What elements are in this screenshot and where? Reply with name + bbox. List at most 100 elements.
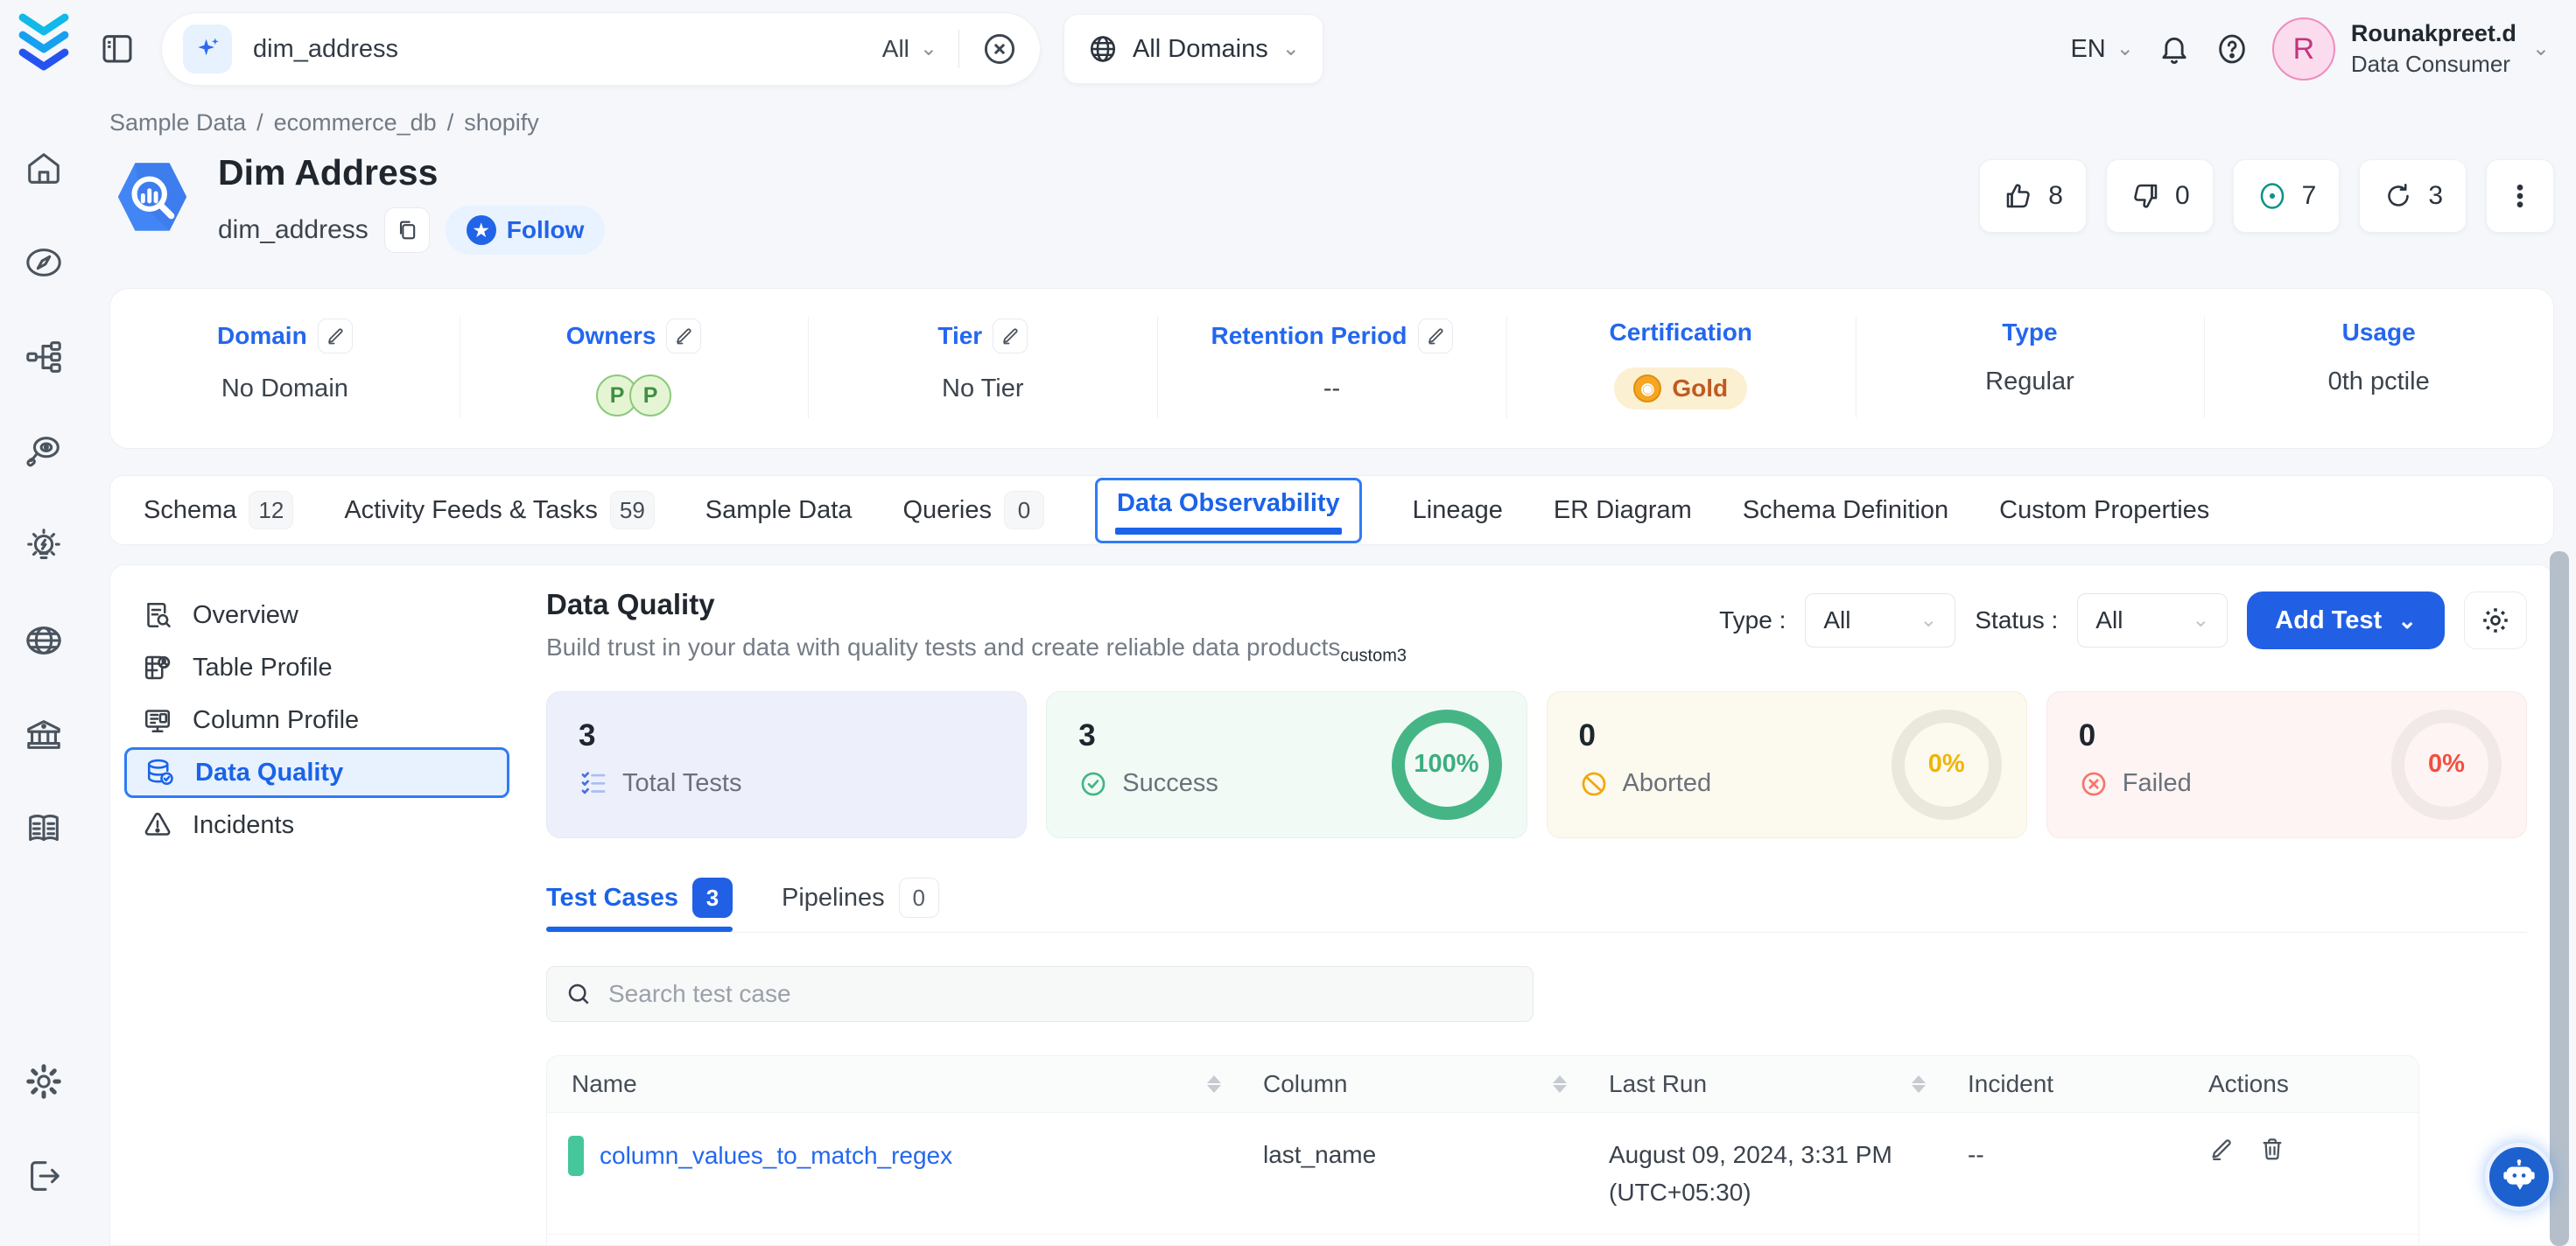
menu-item-column-profile[interactable]: Column Profile [124, 695, 509, 746]
menu-item-incidents[interactable]: Incidents [124, 800, 509, 850]
summary-certification: Certification ◉Gold [1506, 313, 1856, 422]
column-header-last-run[interactable]: Last Run [1584, 1070, 1943, 1098]
tab-er-diagram[interactable]: ER Diagram [1554, 496, 1692, 525]
breadcrumb-separator: / [447, 109, 454, 136]
more-actions-button[interactable] [2486, 159, 2554, 233]
nav-logout-button[interactable] [22, 1154, 66, 1198]
entity-header: Dim Address dim_address ★ Follow 8 0 7 3 [109, 154, 2554, 255]
column-header-name[interactable]: Name [547, 1070, 1239, 1098]
nav-platform-button[interactable] [22, 335, 66, 379]
breadcrumb-link[interactable]: Sample Data [109, 109, 246, 136]
type-filter-select[interactable]: All⌄ [1805, 593, 1955, 648]
nav-glossary-button[interactable] [22, 808, 66, 851]
sort-icon[interactable] [1912, 1075, 1926, 1093]
type-filter-label: Type : [1719, 606, 1786, 634]
scrollbar-thumb[interactable] [2550, 551, 2569, 1246]
user-name: Rounakpreet.d [2351, 20, 2516, 47]
sort-icon[interactable] [1207, 1075, 1221, 1093]
tab-data-observability[interactable]: Data Observability [1095, 478, 1362, 543]
nav-settings-button[interactable] [22, 1060, 66, 1103]
search-clear-button[interactable] [980, 30, 1019, 68]
owner-avatar[interactable]: P [629, 374, 671, 416]
domain-selector[interactable]: All Domains ⌄ [1063, 14, 1323, 84]
menu-item-table-profile[interactable]: Table Profile [124, 642, 509, 693]
card-total-tests: 3 Total Tests [546, 691, 1027, 838]
subtab-pipelines[interactable]: Pipelines0 [782, 864, 939, 932]
nav-observability-button[interactable] [22, 430, 66, 473]
chevron-down-icon: ⌄ [1920, 610, 1937, 631]
thumbs-down-icon [2130, 180, 2161, 212]
sidebar-toggle-button[interactable] [96, 28, 138, 70]
bank-icon [24, 715, 64, 755]
tab-custom-properties[interactable]: Custom Properties [1999, 496, 2209, 525]
copy-name-button[interactable] [384, 207, 430, 253]
nav-govern-button[interactable] [22, 713, 66, 757]
help-button[interactable] [2215, 32, 2250, 66]
tab-schema[interactable]: Schema12 [144, 491, 293, 529]
tab-sample-data[interactable]: Sample Data [705, 496, 853, 525]
notifications-button[interactable] [2157, 32, 2192, 66]
chevron-down-icon: ⌄ [2397, 609, 2417, 632]
breadcrumb-link[interactable]: ecommerce_db [274, 109, 437, 136]
nav-insights-button[interactable] [22, 524, 66, 568]
subtab-test-cases[interactable]: Test Cases3 [546, 864, 733, 932]
menu-item-overview[interactable]: Overview [124, 590, 509, 640]
tab-schema-definition[interactable]: Schema Definition [1743, 496, 1948, 525]
data-quality-content: Data Quality Build trust in your data wi… [523, 565, 2553, 1245]
add-test-button[interactable]: Add Test⌄ [2247, 592, 2445, 649]
breadcrumb-link[interactable]: shopify [464, 109, 539, 136]
entity-stats: 8 0 7 3 [1979, 159, 2554, 233]
dq-settings-button[interactable] [2464, 592, 2527, 649]
column-header-column[interactable]: Column [1239, 1070, 1584, 1098]
pencil-icon [325, 326, 346, 346]
downvote-button[interactable]: 0 [2106, 159, 2214, 233]
search-input[interactable] [253, 35, 861, 64]
chevron-down-icon: ⌄ [1282, 38, 1300, 60]
thumbs-up-icon [2003, 180, 2034, 212]
database-check-icon [144, 757, 176, 788]
test-case-table: Name Column Last Run Incident Actions co… [546, 1055, 2419, 1246]
watch-button[interactable]: 7 [2233, 159, 2341, 233]
edit-tier-button[interactable] [993, 318, 1028, 354]
tab-lineage[interactable]: Lineage [1413, 496, 1503, 525]
nav-home-button[interactable] [22, 146, 66, 190]
copy-icon [395, 218, 419, 242]
tab-activity-feeds[interactable]: Activity Feeds & Tasks59 [344, 491, 654, 529]
edit-domain-button[interactable] [318, 318, 353, 354]
logout-icon [24, 1156, 64, 1196]
edit-test-button[interactable] [2208, 1136, 2235, 1162]
checklist-icon [579, 769, 608, 799]
user-menu[interactable]: R Rounakpreet.d Data Consumer ⌄ [2272, 18, 2550, 80]
doc-search-icon [142, 599, 173, 631]
summary-retention: Retention Period -- [1157, 313, 1506, 422]
card-failed: 0 Failed 0% [2046, 691, 2527, 838]
delete-test-button[interactable] [2259, 1136, 2285, 1162]
search-scope-dropdown[interactable]: All⌄ [882, 35, 937, 63]
test-case-link[interactable]: column_values_to_match_regex [600, 1142, 952, 1170]
menu-item-data-quality[interactable]: Data Quality [124, 747, 509, 798]
summary-usage: Usage 0th pctile [2204, 313, 2553, 422]
status-success-chip [568, 1136, 584, 1176]
robot-icon [2499, 1157, 2539, 1197]
edit-retention-button[interactable] [1418, 318, 1453, 354]
test-case-search-input[interactable] [608, 980, 1515, 1008]
aborted-percent-ring: 0% [1892, 710, 2002, 820]
failed-percent-ring: 0% [2391, 710, 2502, 820]
success-icon [1078, 769, 1108, 799]
avatar: R [2272, 18, 2335, 80]
medal-icon: ◉ [1633, 374, 1661, 402]
upvote-button[interactable]: 8 [1979, 159, 2087, 233]
table-row: column_values_to_match_regex last_name A… [547, 1112, 2418, 1235]
status-filter-select[interactable]: All⌄ [2077, 593, 2228, 648]
version-button[interactable]: 3 [2359, 159, 2467, 233]
sort-icon[interactable] [1553, 1075, 1567, 1093]
chatbot-button[interactable] [2485, 1143, 2553, 1211]
follow-button[interactable]: ★ Follow [446, 206, 606, 255]
language-selector[interactable]: EN⌄ [2070, 35, 2133, 64]
tab-queries[interactable]: Queries0 [902, 491, 1044, 529]
section-title: Data Quality [546, 588, 1407, 621]
nav-explore-button[interactable] [22, 241, 66, 284]
hierarchy-icon [24, 337, 64, 377]
edit-owners-button[interactable] [666, 318, 701, 354]
nav-domains-button[interactable] [22, 619, 66, 662]
